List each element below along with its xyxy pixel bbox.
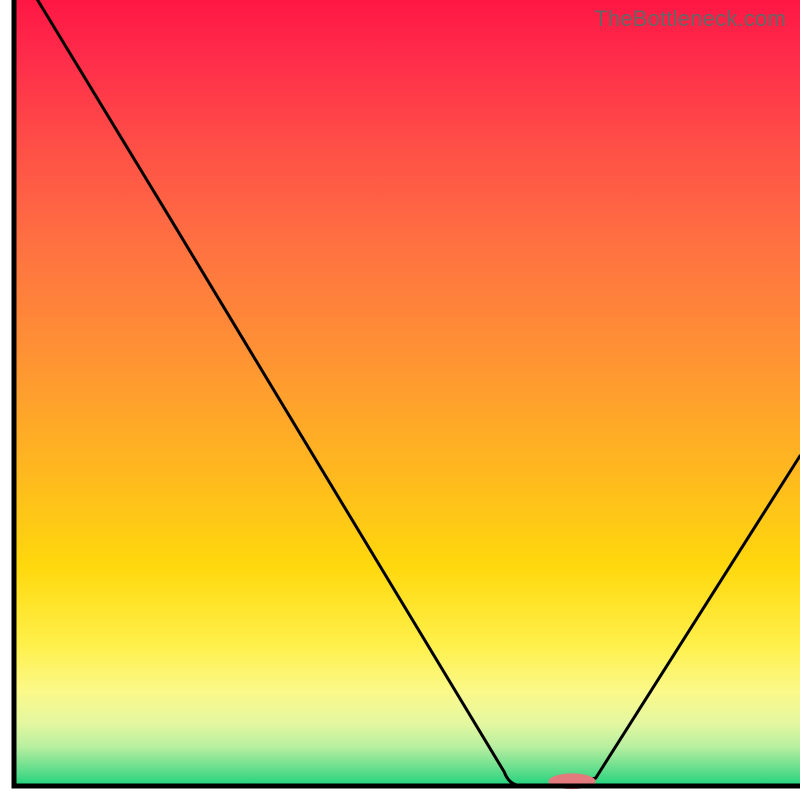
watermark-text: TheBottleneck.com [594,6,786,32]
bottleneck-chart [0,0,800,800]
chart-container: TheBottleneck.com [0,0,800,800]
gradient-background [14,0,800,786]
